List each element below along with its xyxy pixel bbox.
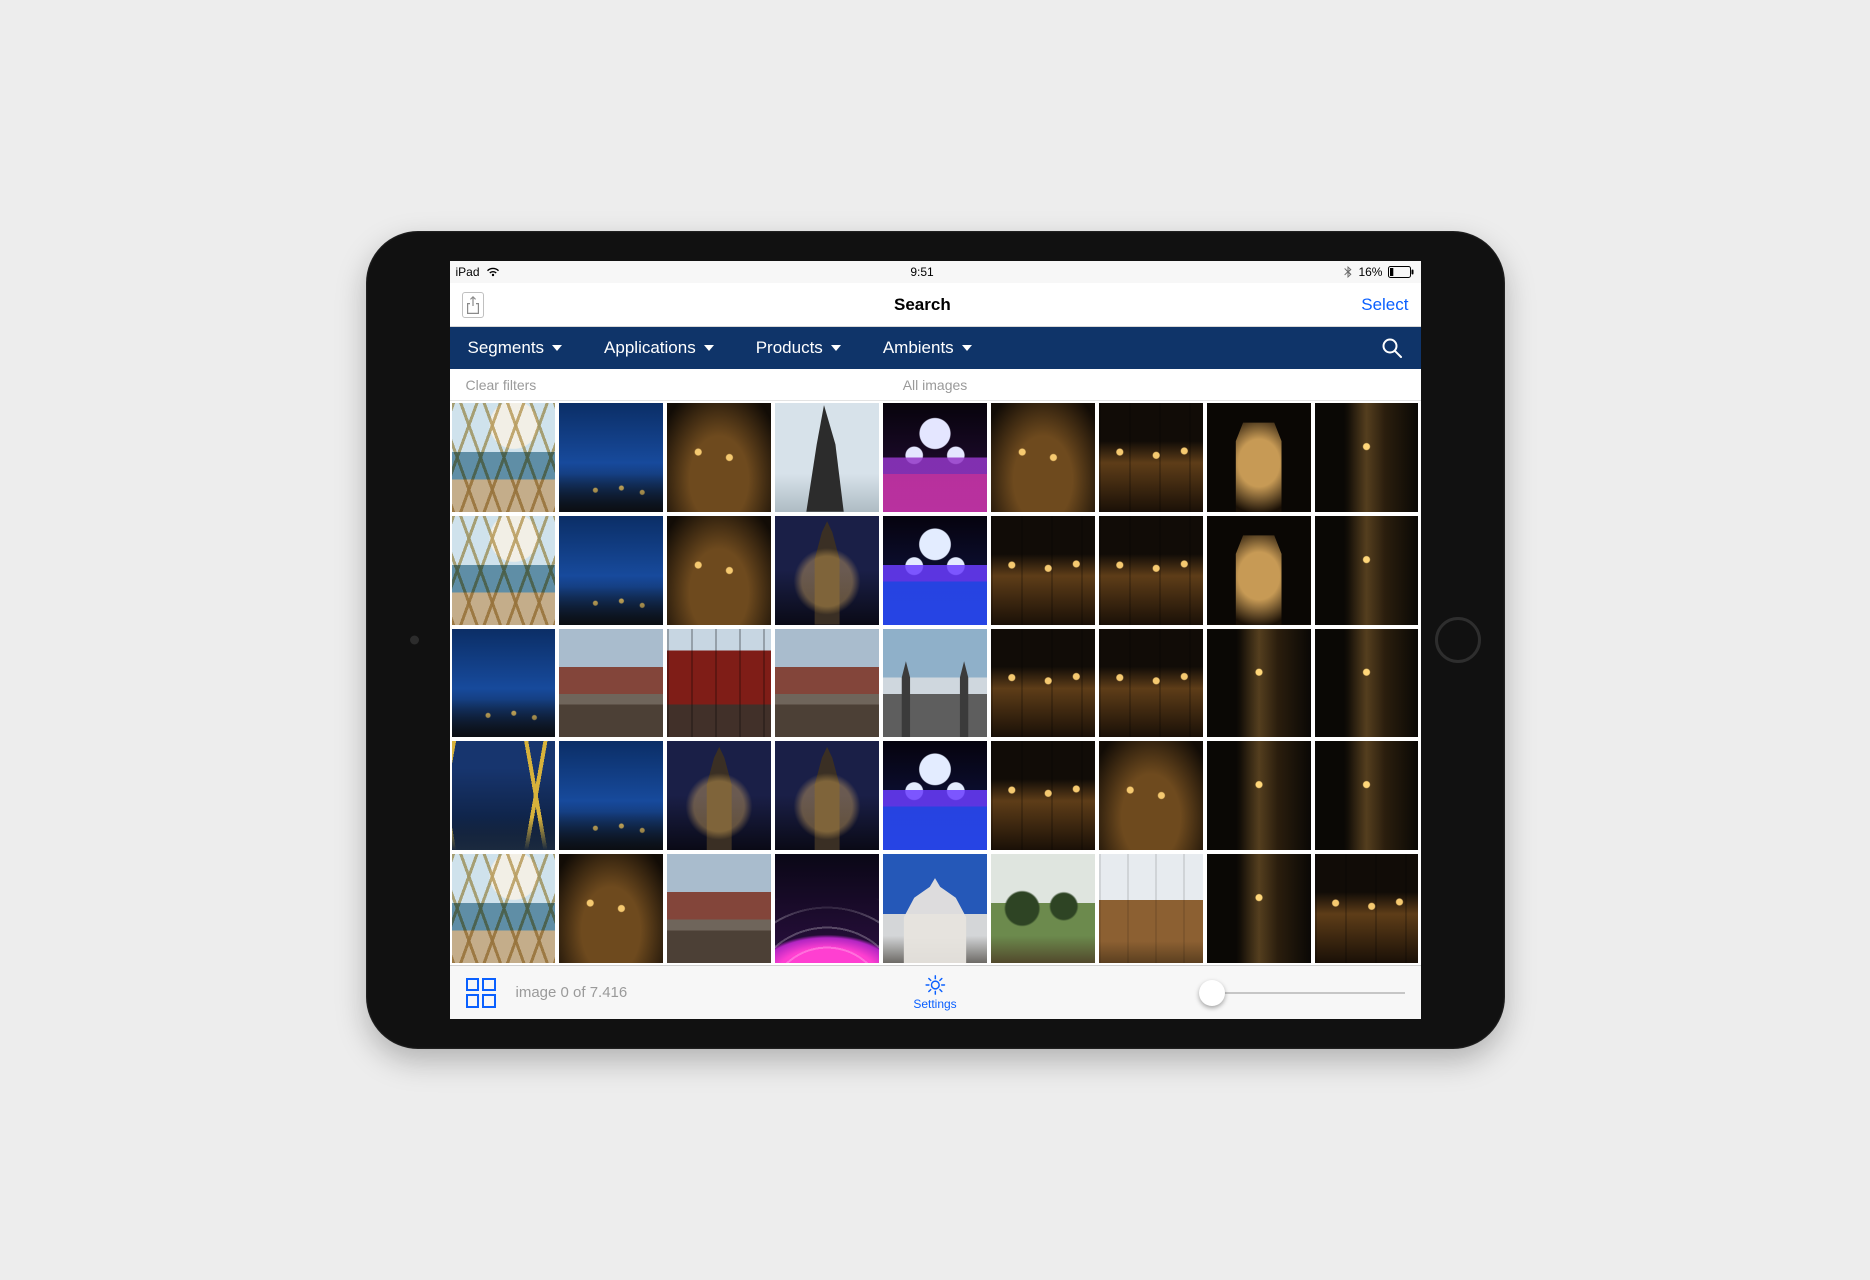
settings-button[interactable]: Settings [913, 974, 956, 1011]
image-thumbnail[interactable] [1315, 629, 1419, 738]
image-thumbnail[interactable] [1315, 741, 1419, 850]
filter-segments[interactable]: Segments [468, 338, 563, 358]
image-thumbnail[interactable] [883, 741, 987, 850]
image-thumbnail[interactable] [667, 403, 771, 512]
page-title: Search [894, 295, 951, 315]
ipad-frame: iPad 9:51 16% Search Select [366, 231, 1505, 1049]
device-label: iPad [456, 265, 480, 279]
image-thumbnail[interactable] [1315, 403, 1419, 512]
image-grid [450, 401, 1421, 965]
image-thumbnail[interactable] [559, 741, 663, 850]
image-thumbnail[interactable] [991, 854, 1095, 963]
image-thumbnail[interactable] [1099, 629, 1203, 738]
clear-filters-button[interactable]: Clear filters [466, 377, 537, 393]
sub-bar: Clear filters All images [450, 369, 1421, 401]
settings-label: Settings [913, 997, 956, 1011]
image-thumbnail[interactable] [1099, 854, 1203, 963]
screen: iPad 9:51 16% Search Select [450, 261, 1421, 1019]
image-thumbnail[interactable] [1207, 741, 1311, 850]
image-thumbnail[interactable] [559, 629, 663, 738]
image-thumbnail[interactable] [452, 403, 556, 512]
filter-label: Products [756, 338, 823, 358]
image-thumbnail[interactable] [775, 403, 879, 512]
share-button[interactable] [462, 292, 484, 318]
status-bar: iPad 9:51 16% [450, 261, 1421, 283]
chevron-down-icon [962, 345, 972, 351]
clock: 9:51 [910, 265, 933, 279]
image-thumbnail[interactable] [775, 516, 879, 625]
filter-products[interactable]: Products [756, 338, 841, 358]
bluetooth-icon [1344, 266, 1352, 278]
chevron-down-icon [704, 345, 714, 351]
nav-bar: Search Select [450, 283, 1421, 327]
filter-ambients[interactable]: Ambients [883, 338, 972, 358]
home-button[interactable] [1435, 617, 1481, 663]
image-thumbnail[interactable] [667, 629, 771, 738]
image-thumbnail[interactable] [559, 403, 663, 512]
slider-knob[interactable] [1199, 980, 1225, 1006]
image-thumbnail[interactable] [991, 629, 1095, 738]
bottom-toolbar: image 0 of 7.416 Settings [450, 965, 1421, 1019]
slider-track [1205, 992, 1405, 994]
image-thumbnail[interactable] [1207, 629, 1311, 738]
search-icon[interactable] [1381, 337, 1403, 359]
image-thumbnail[interactable] [452, 516, 556, 625]
image-thumbnail[interactable] [775, 854, 879, 963]
filter-label: Applications [604, 338, 696, 358]
image-thumbnail[interactable] [1315, 516, 1419, 625]
image-thumbnail[interactable] [883, 854, 987, 963]
image-thumbnail[interactable] [1207, 516, 1311, 625]
image-thumbnail[interactable] [452, 741, 556, 850]
image-thumbnail[interactable] [1099, 516, 1203, 625]
chevron-down-icon [552, 345, 562, 351]
image-thumbnail[interactable] [1207, 854, 1311, 963]
battery-percent: 16% [1358, 265, 1382, 279]
image-counter: image 0 of 7.416 [516, 984, 628, 1001]
image-thumbnail[interactable] [1207, 403, 1311, 512]
image-thumbnail[interactable] [1315, 854, 1419, 963]
image-thumbnail[interactable] [559, 854, 663, 963]
image-thumbnail[interactable] [883, 516, 987, 625]
wifi-icon [486, 267, 500, 277]
device-camera [410, 636, 419, 645]
image-thumbnail[interactable] [667, 854, 771, 963]
select-button[interactable]: Select [1361, 295, 1408, 315]
image-thumbnail[interactable] [559, 516, 663, 625]
grid-view-button[interactable] [466, 978, 496, 1008]
filter-applications[interactable]: Applications [604, 338, 714, 358]
filter-bar: Segments Applications Products Ambients [450, 327, 1421, 369]
image-thumbnail[interactable] [667, 516, 771, 625]
image-thumbnail[interactable] [991, 403, 1095, 512]
filter-label: Ambients [883, 338, 954, 358]
image-thumbnail[interactable] [883, 629, 987, 738]
chevron-down-icon [831, 345, 841, 351]
image-thumbnail[interactable] [1099, 741, 1203, 850]
battery-icon [1388, 266, 1414, 278]
image-thumbnail[interactable] [991, 516, 1095, 625]
image-thumbnail[interactable] [1099, 403, 1203, 512]
thumbnail-size-slider[interactable] [1205, 983, 1405, 1003]
filter-label: Segments [468, 338, 545, 358]
image-thumbnail[interactable] [452, 629, 556, 738]
image-thumbnail[interactable] [452, 854, 556, 963]
image-thumbnail[interactable] [991, 741, 1095, 850]
image-thumbnail[interactable] [883, 403, 987, 512]
scope-label: All images [903, 377, 968, 393]
image-thumbnail[interactable] [667, 741, 771, 850]
image-thumbnail[interactable] [775, 629, 879, 738]
image-thumbnail[interactable] [775, 741, 879, 850]
